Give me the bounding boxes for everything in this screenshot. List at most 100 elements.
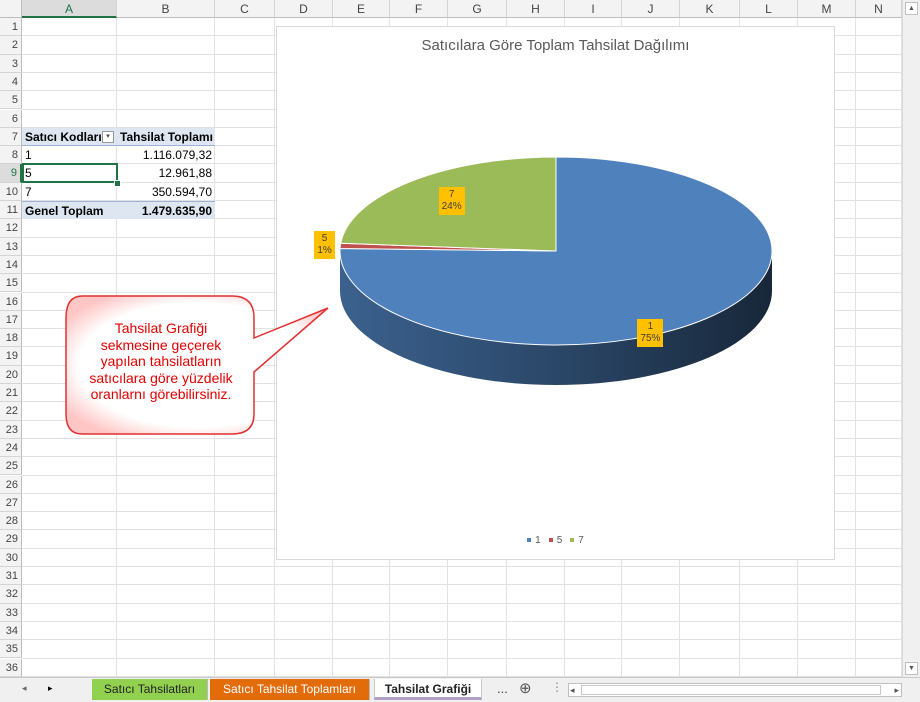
callout-line: Tahsilat Grafiği — [114, 320, 208, 336]
data-label-category: 5 — [321, 233, 328, 245]
legend-swatch — [570, 538, 575, 543]
scroll-left-icon[interactable]: ◂ — [570, 684, 575, 696]
legend-label: 5 — [556, 535, 563, 546]
pivot-grand-total-value[interactable]: 1.479.635,90 — [117, 201, 215, 220]
row-header-26[interactable]: 26 — [0, 475, 22, 494]
fill-handle[interactable] — [114, 179, 121, 187]
row-header-8[interactable]: 8 — [0, 146, 22, 165]
column-header-a[interactable]: A — [22, 0, 117, 18]
data-label-percent: 24% — [441, 201, 462, 213]
row-header-36[interactable]: 36 — [0, 658, 22, 677]
legend-swatch — [548, 538, 553, 543]
row-header-10[interactable]: 10 — [0, 182, 22, 201]
row-header-25[interactable]: 25 — [0, 457, 22, 476]
splitter-handle[interactable]: ⋮ — [551, 680, 563, 694]
worksheet[interactable]: A B C D E F G H I J K L M N 1 2 3 4 5 6 7 8 9 10 11 12 13 14 15 16 17 1… — [0, 0, 902, 677]
row-header-13[interactable]: 13 — [0, 237, 22, 256]
row-header-31[interactable]: 31 — [0, 567, 22, 586]
row-header-28[interactable]: 28 — [0, 512, 22, 531]
legend-label: 7 — [578, 535, 584, 546]
row-header-18[interactable]: 18 — [0, 329, 22, 348]
row-header-5[interactable]: 5 — [0, 91, 22, 110]
row-header-34[interactable]: 34 — [0, 621, 22, 641]
horizontal-scrollbar[interactable]: ◂ ▸ — [568, 683, 902, 697]
callout-text: Tahsilat Grafiği sekmesine geçerek yapılan… — [66, 320, 256, 403]
sheet-tab-3[interactable]: Tahsilat Grafiği — [374, 679, 482, 700]
data-label-percent: 1% — [317, 245, 332, 257]
pivot-row-total[interactable]: 12.961,88 — [117, 164, 215, 182]
row-header-24[interactable]: 24 — [0, 438, 22, 458]
column-header-d[interactable]: D — [275, 0, 333, 18]
row-header-33[interactable]: 33 — [0, 603, 22, 622]
callout-line: satıcılara göre yüzdelik — [89, 369, 233, 386]
pivot-header-total[interactable]: Tahsilat Toplamı — [117, 127, 215, 147]
column-header-k[interactable]: K — [680, 0, 740, 18]
row-header-11[interactable]: 11 — [0, 201, 22, 220]
select-all-corner[interactable] — [0, 0, 22, 18]
vertical-scrollbar[interactable]: ▲ ▼ — [902, 0, 920, 680]
row-header-29[interactable]: 29 — [0, 530, 22, 549]
callout-line: oranlarnı görebilirsiniz. — [90, 386, 232, 402]
row-header-19[interactable]: 19 — [0, 347, 22, 366]
gridline — [22, 602, 902, 604]
column-header-i[interactable]: I — [565, 0, 622, 18]
pivot-row-code[interactable]: 1 — [22, 146, 117, 164]
filter-dropdown-icon[interactable]: ▾ — [102, 130, 114, 143]
legend-item-7: 7 — [570, 535, 584, 546]
scroll-down-icon[interactable]: ▼ — [905, 662, 918, 675]
row-header-6[interactable]: 6 — [0, 109, 22, 128]
row-header-21[interactable]: 21 — [0, 384, 22, 403]
row-header-15[interactable]: 15 — [0, 274, 22, 293]
column-header-m[interactable]: M — [798, 0, 856, 18]
data-label-category: 7 — [448, 189, 455, 201]
pie-chart[interactable]: Satıcılara Göre Toplam Tahsilat Dağılımı… — [276, 26, 835, 560]
column-header-h[interactable]: H — [507, 0, 565, 18]
gridline — [22, 584, 902, 586]
column-header-c[interactable]: C — [215, 0, 275, 18]
row-header-30[interactable]: 30 — [0, 548, 22, 567]
row-header-1[interactable]: 1 — [0, 18, 22, 37]
sheet-tab-bar: ◂ ▸ Satıcı Tahsilatları Satıcı Tahsilat T… — [0, 677, 920, 702]
sheet-tab-1[interactable]: Satıcı Tahsilatları — [92, 679, 208, 700]
row-header-22[interactable]: 22 — [0, 402, 22, 421]
column-header-f[interactable]: F — [390, 0, 448, 18]
add-sheet-icon[interactable]: ⊕ — [519, 679, 532, 697]
column-header-j[interactable]: J — [622, 0, 680, 18]
legend-item-1: 1 — [527, 535, 541, 546]
scroll-right-icon[interactable]: ▸ — [894, 684, 899, 696]
tab-next-icon[interactable]: ▸ — [48, 683, 53, 694]
tab-prev-icon[interactable]: ◂ — [22, 683, 27, 694]
column-header-n[interactable]: N — [856, 0, 902, 18]
row-header-17[interactable]: 17 — [0, 310, 22, 330]
row-header-3[interactable]: 3 — [0, 54, 22, 73]
row-header-27[interactable]: 27 — [0, 493, 22, 513]
pivot-row-total[interactable]: 1.116.079,32 — [117, 146, 215, 164]
scroll-thumb[interactable] — [581, 685, 881, 695]
row-header-12[interactable]: 12 — [0, 219, 22, 238]
gridline — [22, 639, 902, 641]
chart-legend: 1 5 7 — [277, 535, 834, 546]
data-label-percent: 75% — [640, 332, 661, 344]
row-header-4[interactable]: 4 — [0, 72, 22, 92]
row-header-7[interactable]: 7 — [0, 127, 22, 147]
row-header-23[interactable]: 23 — [0, 420, 22, 439]
row-header-9[interactable]: 9 — [0, 164, 22, 183]
more-tabs-button[interactable]: ... — [497, 681, 508, 696]
row-header-16[interactable]: 16 — [0, 292, 22, 311]
row-header-35[interactable]: 35 — [0, 640, 22, 659]
row-header-20[interactable]: 20 — [0, 365, 22, 384]
row-header-2[interactable]: 2 — [0, 36, 22, 55]
pivot-grand-total-label[interactable]: Genel Toplam — [22, 201, 117, 220]
pivot-row-total[interactable]: 350.594,70 — [117, 183, 215, 201]
column-header-e[interactable]: E — [333, 0, 390, 18]
pie-plot — [339, 156, 773, 385]
column-header-g[interactable]: G — [448, 0, 507, 18]
scroll-up-icon[interactable]: ▲ — [905, 2, 918, 15]
column-header-b[interactable]: B — [117, 0, 215, 18]
row-header-14[interactable]: 14 — [0, 255, 22, 275]
pivot-row-code[interactable]: 7 — [22, 183, 117, 201]
sheet-tab-2[interactable]: Satıcı Tahsilat Toplamları — [210, 679, 370, 700]
column-header-l[interactable]: L — [740, 0, 798, 18]
row-header-32[interactable]: 32 — [0, 585, 22, 604]
data-label-category: 1 — [647, 320, 654, 332]
